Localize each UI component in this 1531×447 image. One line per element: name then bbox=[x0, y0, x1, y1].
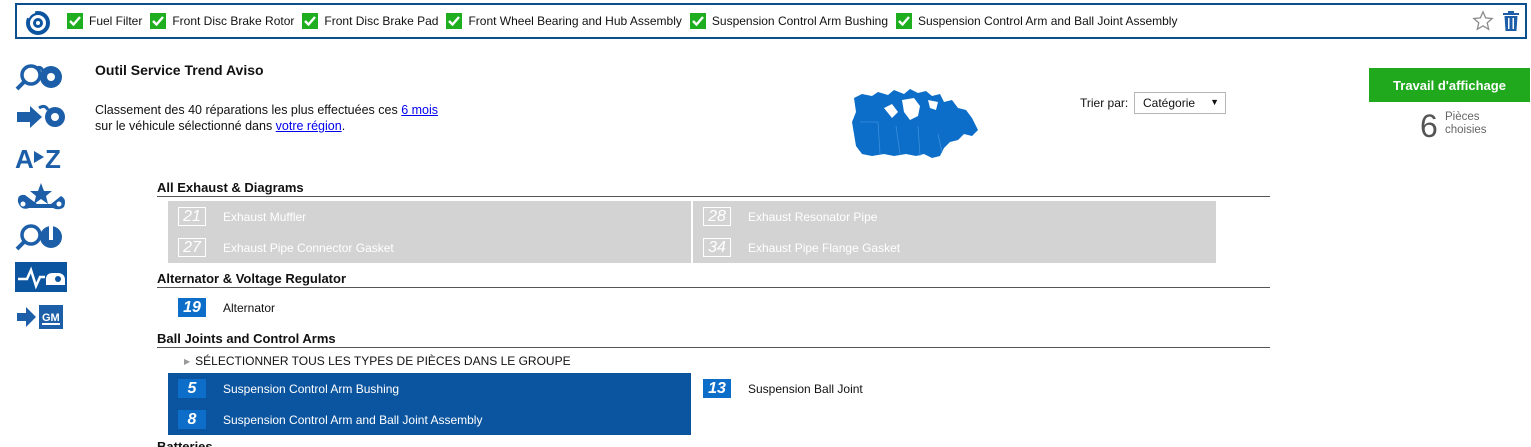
part-row[interactable]: 5 Suspension Control Arm Bushing bbox=[168, 373, 691, 404]
part-row[interactable]: 28 Exhaust Resonator Pipe bbox=[693, 201, 1216, 232]
trash-icon[interactable] bbox=[1501, 10, 1521, 32]
page-title: Outil Service Trend Aviso bbox=[95, 62, 264, 78]
part-name: Exhaust Muffler bbox=[223, 209, 307, 224]
svg-text:Z: Z bbox=[45, 144, 61, 172]
selected-part-label: Front Disc Brake Rotor bbox=[172, 14, 295, 28]
canada-region-map-icon[interactable] bbox=[848, 86, 980, 170]
part-name: Alternator bbox=[223, 300, 276, 315]
selected-part-label: Fuel Filter bbox=[89, 14, 143, 28]
description-text: sur le véhicule sélectionné dans bbox=[95, 119, 276, 133]
svg-text:A: A bbox=[15, 144, 34, 172]
description-text: . bbox=[341, 119, 346, 133]
checkbox-checked-icon[interactable] bbox=[689, 13, 706, 29]
selected-part-label: Front Disc Brake Pad bbox=[324, 14, 439, 28]
sort-select[interactable]: Catégorie ▼ bbox=[1134, 92, 1226, 114]
period-link[interactable]: 6 mois bbox=[401, 103, 438, 117]
group-title: Ball Joints and Control Arms bbox=[157, 331, 336, 346]
selected-part-label: Suspension Control Arm Bushing bbox=[711, 14, 888, 28]
group-divider bbox=[157, 347, 1270, 348]
checkbox-checked-icon[interactable] bbox=[150, 13, 167, 29]
part-row[interactable]: 13 Suspension Ball Joint bbox=[693, 373, 1216, 404]
svg-text:GM: GM bbox=[42, 312, 60, 324]
triangle-right-icon: ▶ bbox=[184, 356, 191, 366]
count-label-line: Pièces bbox=[1445, 111, 1480, 123]
part-rank: 19 bbox=[178, 298, 206, 317]
part-name: Suspension Control Arm Bushing bbox=[223, 381, 400, 396]
selected-parts-list: Fuel Filter Front Disc Brake Rotor Front… bbox=[67, 13, 1185, 29]
checkbox-checked-icon[interactable] bbox=[446, 13, 463, 29]
part-name: Suspension Control Arm and Ball Joint As… bbox=[223, 412, 483, 427]
selected-part-chip[interactable]: Front Disc Brake Rotor bbox=[150, 13, 294, 29]
group-divider bbox=[157, 287, 1270, 288]
star-icon[interactable] bbox=[1472, 10, 1494, 32]
group-title: Batteries bbox=[157, 439, 213, 447]
part-name: Exhaust Pipe Connector Gasket bbox=[223, 240, 394, 255]
arrow-search-icon[interactable] bbox=[15, 102, 67, 132]
selected-parts-bar: Fuel Filter Front Disc Brake Rotor Front… bbox=[15, 3, 1527, 39]
page-description: Classement des 40 réparations les plus e… bbox=[95, 102, 615, 134]
selected-part-chip[interactable]: Fuel Filter bbox=[67, 13, 142, 29]
selected-part-chip[interactable]: Suspension Control Arm and Ball Joint As… bbox=[896, 13, 1177, 29]
select-all-label: SÉLECTIONNER TOUS LES TYPES DE PIÈCES DA… bbox=[195, 354, 571, 368]
group-title: All Exhaust & Diagrams bbox=[157, 180, 304, 195]
selected-part-label: Suspension Control Arm and Ball Joint As… bbox=[918, 14, 1178, 28]
search-parts-icon[interactable] bbox=[15, 62, 67, 92]
part-name: Suspension Ball Joint bbox=[748, 381, 863, 396]
count-label-line: choisies bbox=[1445, 124, 1487, 136]
part-row[interactable]: 34 Exhaust Pipe Flange Gasket bbox=[693, 232, 1216, 263]
part-rank: 27 bbox=[178, 238, 206, 257]
group-divider bbox=[157, 196, 1270, 197]
checkbox-checked-icon[interactable] bbox=[896, 13, 912, 29]
sort-label: Trier par: bbox=[1080, 96, 1129, 110]
selected-part-chip[interactable]: Front Wheel Bearing and Hub Assembly bbox=[446, 13, 682, 29]
selected-part-label: Front Wheel Bearing and Hub Assembly bbox=[468, 14, 682, 28]
group-title: Alternator & Voltage Regulator bbox=[157, 271, 347, 286]
dropdown-arrow-icon: ▼ bbox=[1210, 97, 1219, 107]
wrench-search-icon[interactable] bbox=[15, 222, 67, 252]
checkbox-checked-icon[interactable] bbox=[302, 13, 319, 29]
gm-arrow-icon[interactable]: GM bbox=[15, 302, 67, 332]
selected-part-chip[interactable]: Front Disc Brake Pad bbox=[302, 13, 438, 29]
part-row[interactable]: 8 Suspension Control Arm and Ball Joint … bbox=[168, 404, 691, 435]
part-rank: 8 bbox=[178, 410, 206, 429]
view-job-button[interactable]: Travail d'affichage bbox=[1369, 68, 1530, 102]
selected-parts-count: 6 bbox=[1420, 108, 1438, 144]
part-rank: 5 bbox=[178, 379, 206, 398]
part-rank: 21 bbox=[178, 207, 206, 226]
part-name: Exhaust Resonator Pipe bbox=[748, 209, 878, 224]
checkbox-checked-icon[interactable] bbox=[67, 13, 83, 29]
description-text: Classement des 40 réparations les plus e… bbox=[95, 103, 402, 117]
part-row[interactable]: 27 Exhaust Pipe Connector Gasket bbox=[168, 232, 691, 263]
part-row[interactable]: 19 Alternator bbox=[168, 292, 691, 323]
part-row[interactable]: 21 Exhaust Muffler bbox=[168, 201, 691, 232]
brake-disc-logo-icon bbox=[26, 11, 50, 35]
star-wrench-icon[interactable] bbox=[15, 182, 67, 212]
select-all-group-link[interactable]: ▶ SÉLECTIONNER TOUS LES TYPES DE PIÈCES … bbox=[184, 354, 571, 368]
region-link[interactable]: votre région bbox=[276, 119, 342, 133]
part-rank: 34 bbox=[703, 238, 731, 257]
part-name: Exhaust Pipe Flange Gasket bbox=[748, 240, 901, 255]
sort-select-value: Catégorie bbox=[1143, 96, 1196, 110]
selected-parts-count-label: Pièces choisies bbox=[1445, 111, 1487, 137]
part-rank: 28 bbox=[703, 207, 731, 226]
selected-part-chip[interactable]: Suspension Control Arm Bushing bbox=[689, 13, 888, 29]
part-rank: 13 bbox=[703, 379, 731, 398]
a-to-z-icon[interactable]: A Z bbox=[15, 142, 67, 172]
trend-wave-icon[interactable] bbox=[15, 262, 67, 292]
